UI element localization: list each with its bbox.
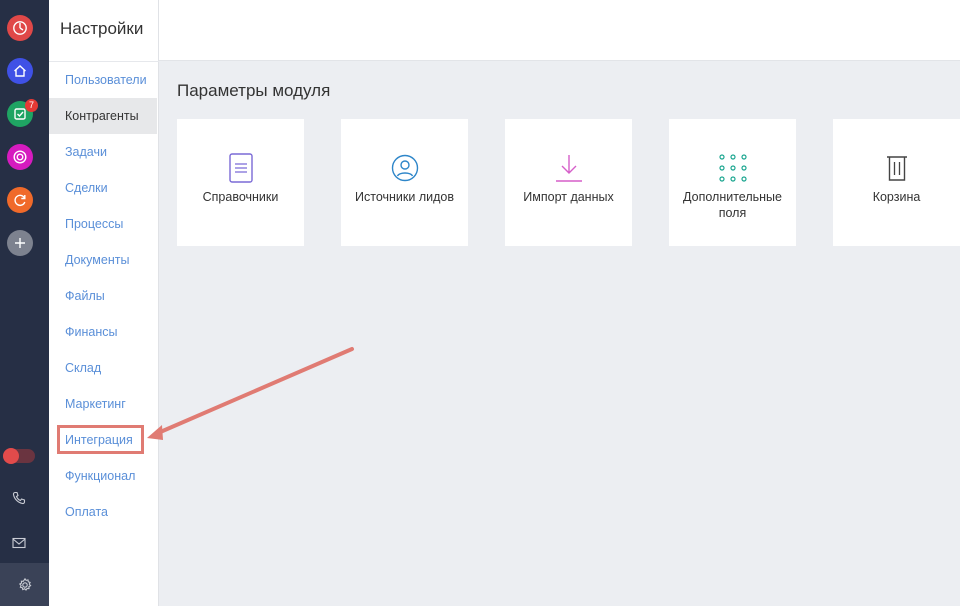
card-custom-fields[interactable]: Дополнительные поля <box>669 119 796 246</box>
integration-highlight-box <box>57 425 144 454</box>
sidebar-item-processes[interactable]: Процессы <box>49 206 157 242</box>
sidebar-item-functionality[interactable]: Функционал <box>49 458 157 494</box>
sidebar-item-contractors[interactable]: Контрагенты <box>49 98 157 134</box>
card-label: Импорт данных <box>523 190 614 204</box>
trash-icon <box>833 152 960 184</box>
sidebar-item-files[interactable]: Файлы <box>49 278 157 314</box>
card-directories[interactable]: Справочники <box>177 119 304 246</box>
app-rail: 7 <box>0 0 49 606</box>
download-icon <box>505 152 632 184</box>
refresh-icon[interactable] <box>7 187 33 213</box>
home-icon[interactable] <box>7 58 33 84</box>
gear-icon <box>18 577 31 591</box>
target-icon[interactable] <box>7 144 33 170</box>
card-data-import[interactable]: Импорт данных <box>505 119 632 246</box>
sidebar-item-documents[interactable]: Документы <box>49 242 157 278</box>
card-label: Корзина <box>872 190 921 204</box>
phone-icon[interactable] <box>12 491 26 510</box>
tasks-count-badge: 7 <box>25 99 38 112</box>
add-icon[interactable] <box>7 230 33 256</box>
sidebar-item-users[interactable]: Пользователи <box>49 62 157 98</box>
page-title: Параметры модуля <box>177 81 331 100</box>
sidebar-title: Настройки <box>60 19 144 38</box>
sidebar-item-payment[interactable]: Оплата <box>49 494 157 530</box>
top-bar <box>159 0 960 61</box>
timer-icon[interactable] <box>7 15 33 41</box>
sidebar-item-tasks[interactable]: Задачи <box>49 134 157 170</box>
sidebar-item-deals[interactable]: Сделки <box>49 170 157 206</box>
card-lead-sources[interactable]: Источники лидов <box>341 119 468 246</box>
card-label: Дополнительные поля <box>683 190 782 220</box>
mail-icon[interactable] <box>12 536 26 554</box>
dots-grid-icon <box>669 152 796 184</box>
card-label: Справочники <box>202 190 279 204</box>
status-toggle[interactable] <box>3 448 35 464</box>
sidebar-item-finance[interactable]: Финансы <box>49 314 157 350</box>
settings-button[interactable] <box>0 563 49 606</box>
document-list-icon <box>177 152 304 184</box>
sidebar-item-marketing[interactable]: Маркетинг <box>49 386 157 422</box>
card-label: Источники лидов <box>355 190 454 204</box>
user-circle-icon <box>341 152 468 184</box>
toggle-knob <box>3 448 19 464</box>
settings-sidebar: Настройки Пользователи Контрагенты Задач… <box>49 0 159 606</box>
card-trash[interactable]: Корзина <box>833 119 960 246</box>
sidebar-item-warehouse[interactable]: Склад <box>49 350 157 386</box>
